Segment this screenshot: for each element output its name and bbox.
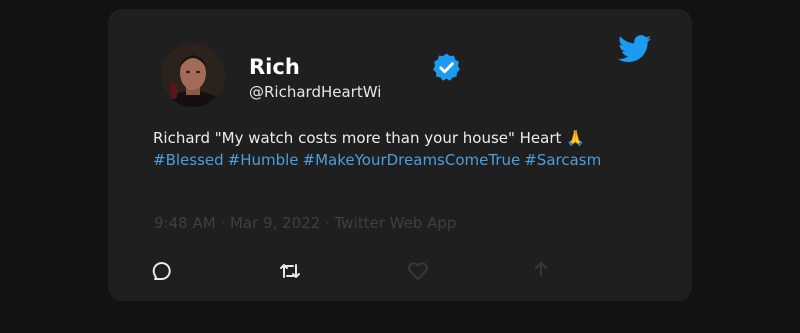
share-icon[interactable]	[529, 259, 553, 283]
hashtag-link[interactable]: #MakeYourDreamsComeTrue	[303, 151, 521, 169]
hashtag-list: #Blessed #Humble #MakeYourDreamsComeTrue #S…	[153, 149, 673, 171]
retweet-icon[interactable]	[278, 259, 302, 283]
reply-icon[interactable]	[150, 259, 174, 283]
tweet-meta: 9:48 AM · Mar 9, 2022 · Twitter Web App	[154, 214, 457, 232]
tweet-card: Rich @RichardHeartWi Richard "My watch c…	[108, 9, 692, 301]
hashtag-link[interactable]: #Humble	[228, 151, 299, 169]
user-handle[interactable]: @RichardHeartWi	[249, 82, 381, 102]
verified-badge-icon	[433, 53, 460, 81]
like-icon[interactable]	[406, 259, 430, 283]
tweet-text: Richard "My watch costs more than your h…	[153, 129, 585, 147]
hashtag-link[interactable]: #Blessed	[153, 151, 224, 169]
avatar-photo	[161, 43, 225, 107]
hashtag-link[interactable]: #Sarcasm	[524, 151, 601, 169]
avatar[interactable]	[161, 43, 225, 107]
display-name[interactable]: Rich	[249, 53, 300, 81]
twitter-bird-icon[interactable]	[618, 35, 652, 63]
